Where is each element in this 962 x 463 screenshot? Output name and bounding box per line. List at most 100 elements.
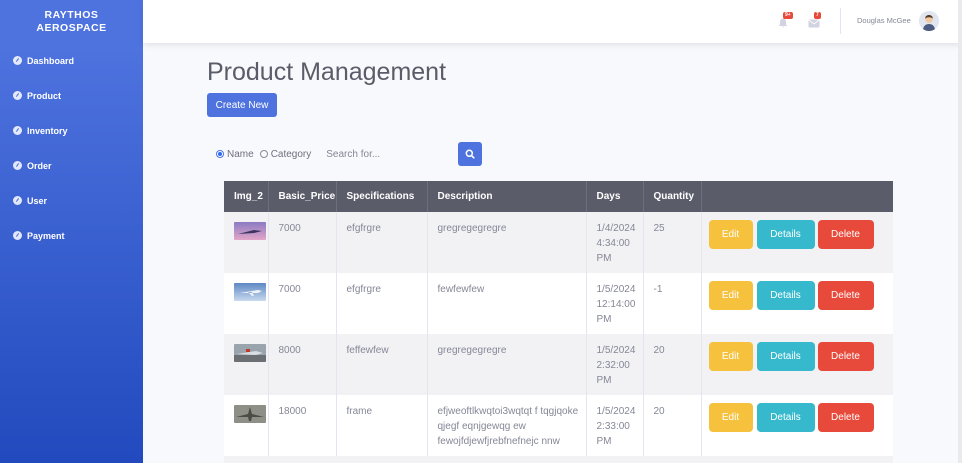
tachometer-icon xyxy=(13,126,22,135)
details-button[interactable]: Details xyxy=(756,403,815,432)
cell-description: gregregegregre xyxy=(427,212,587,273)
topbar-divider xyxy=(840,8,841,34)
radio-name-label: Name xyxy=(227,148,254,160)
header-days: Days xyxy=(586,181,644,212)
edit-button[interactable]: Edit xyxy=(708,403,753,432)
page-scrollbar[interactable] xyxy=(958,0,962,463)
header-quantity: Quantity xyxy=(643,181,702,212)
details-button[interactable]: Details xyxy=(756,342,815,371)
cell-days: 1/5/2024 2:32:00 PM xyxy=(586,334,644,395)
cell-price: 7000 xyxy=(268,273,337,334)
product-thumbnail[interactable] xyxy=(234,283,266,301)
search-button[interactable] xyxy=(458,142,482,166)
product-table-container: Img_2 Basic_Price Specifications Descrip… xyxy=(224,181,893,456)
delete-button[interactable]: Delete xyxy=(817,220,874,249)
product-thumbnail[interactable] xyxy=(234,405,266,423)
cell-price: 18000 xyxy=(268,395,337,456)
edit-button[interactable]: Edit xyxy=(708,220,753,249)
radio-category-label: Category xyxy=(270,148,312,160)
radio-category[interactable] xyxy=(259,150,268,158)
delete-button[interactable]: Delete xyxy=(817,403,874,432)
sidebar-item-dashboard[interactable]: Dashboard xyxy=(0,43,143,78)
cell-actions: Edit Details Delete xyxy=(701,334,893,395)
alerts-dropdown[interactable]: 9+ xyxy=(777,12,793,28)
sidebar-item-label: Inventory xyxy=(27,125,68,136)
cell-actions: Edit Details Delete xyxy=(701,395,893,456)
product-thumbnail[interactable] xyxy=(234,344,266,362)
cell-description: fewfewfew xyxy=(427,273,587,334)
sidebar-item-label: Dashboard xyxy=(27,55,75,66)
cell-quantity: 20 xyxy=(643,395,702,456)
search-icon xyxy=(465,149,475,159)
header-basic-price: Basic_Price xyxy=(268,181,337,212)
radio-name[interactable] xyxy=(216,150,224,158)
alerts-badge: 9+ xyxy=(783,12,793,19)
envelope-icon xyxy=(808,19,820,28)
sidebar-item-product[interactable]: Product xyxy=(0,78,143,113)
cell-description: gregregegregre xyxy=(427,334,587,395)
cell-days: 1/5/2024 12:14:00 PM xyxy=(586,273,644,334)
sidebar-item-order[interactable]: Order xyxy=(0,148,143,183)
sidebar-item-inventory[interactable]: Inventory xyxy=(0,113,143,148)
product-thumbnail[interactable] xyxy=(234,222,266,240)
tachometer-icon xyxy=(13,91,22,100)
tachometer-icon xyxy=(13,231,22,240)
table-next-row-edge xyxy=(224,456,893,463)
header-specifications: Specifications xyxy=(336,181,428,212)
cell-spec: feffewfew xyxy=(336,334,428,395)
sidebar-item-payment[interactable]: Payment xyxy=(0,218,143,253)
brand-line-1: RAYTHOS xyxy=(44,9,99,21)
cell-image xyxy=(224,212,269,273)
tachometer-icon xyxy=(13,196,22,205)
topbar: 9+ 7 Douglas McGee xyxy=(143,0,962,43)
cell-image xyxy=(224,273,269,334)
brand-line-2: AEROSPACE xyxy=(36,22,107,34)
cell-price: 7000 xyxy=(268,212,337,273)
sidebar-item-user[interactable]: User xyxy=(0,183,143,218)
table-row: 18000 frame efjweoftlkwqtoi3wqtqt f tqgj… xyxy=(224,395,893,456)
table-row: 8000 feffewfew gregregegregre 1/5/2024 2… xyxy=(224,334,893,395)
cell-quantity: 25 xyxy=(643,212,702,273)
sidebar-item-label: Product xyxy=(27,90,62,101)
delete-button[interactable]: Delete xyxy=(817,281,874,310)
user-avatar[interactable] xyxy=(919,11,939,31)
cell-actions: Edit Details Delete xyxy=(701,212,893,273)
cell-image xyxy=(224,334,269,395)
cell-quantity: 20 xyxy=(643,334,702,395)
tachometer-icon xyxy=(13,161,22,170)
table-row: 7000 efgfrgre gregregegregre 1/4/2024 4:… xyxy=(224,212,893,273)
details-button[interactable]: Details xyxy=(756,220,815,249)
tachometer-icon xyxy=(13,56,22,65)
cell-image xyxy=(224,395,269,456)
messages-badge: 7 xyxy=(814,12,821,19)
bell-icon xyxy=(778,18,788,28)
cell-spec: efgfrgre xyxy=(336,273,428,334)
product-table: Img_2 Basic_Price Specifications Descrip… xyxy=(224,181,893,456)
edit-button[interactable]: Edit xyxy=(708,342,753,371)
page-title: Product Management xyxy=(207,58,447,86)
header-description: Description xyxy=(427,181,587,212)
user-name[interactable]: Douglas McGee xyxy=(857,16,911,25)
sidebar-item-label: Payment xyxy=(27,230,65,241)
table-row: 7000 efgfrgre fewfewfew 1/5/2024 12:14:0… xyxy=(224,273,893,334)
cell-description: efjweoftlkwqtoi3wqtqt f tqgjqoke qjegf e… xyxy=(427,395,587,456)
header-img: Img_2 xyxy=(224,181,269,212)
table-header-row: Img_2 Basic_Price Specifications Descrip… xyxy=(224,181,893,212)
cell-spec: efgfrgre xyxy=(336,212,428,273)
create-new-button[interactable]: Create New xyxy=(207,93,277,117)
search-input[interactable] xyxy=(326,143,453,165)
details-button[interactable]: Details xyxy=(756,281,815,310)
sidebar-item-label: Order xyxy=(27,160,52,171)
header-actions xyxy=(701,181,893,212)
avatar-icon xyxy=(919,11,939,31)
edit-button[interactable]: Edit xyxy=(708,281,753,310)
cell-days: 1/4/2024 4:34:00 PM xyxy=(586,212,644,273)
delete-button[interactable]: Delete xyxy=(817,342,874,371)
cell-actions: Edit Details Delete xyxy=(701,273,893,334)
sidebar: RAYTHOS AEROSPACE Dashboard Product Inve… xyxy=(0,0,143,463)
sidebar-nav: Dashboard Product Inventory Order User P… xyxy=(0,43,143,253)
cell-price: 8000 xyxy=(268,334,337,395)
messages-dropdown[interactable]: 7 xyxy=(808,12,821,28)
brand-logo[interactable]: RAYTHOS AEROSPACE xyxy=(0,0,143,42)
search-form: Name Category xyxy=(216,142,482,166)
